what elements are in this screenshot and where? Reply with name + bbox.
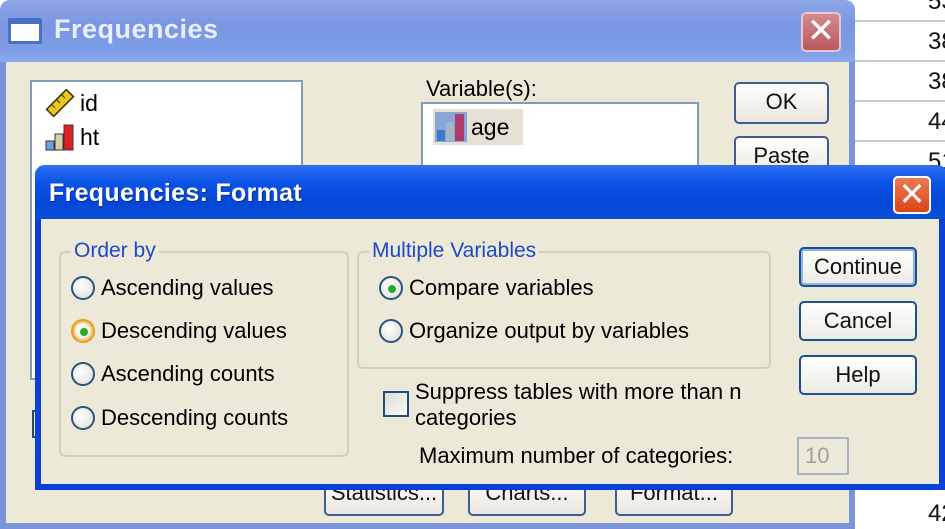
format-close-button[interactable]: ✕ — [893, 176, 931, 214]
list-item[interactable]: id — [44, 88, 98, 118]
window-icon — [8, 18, 42, 44]
grid-cell: 42 — [928, 500, 945, 527]
radio-organize-output[interactable]: Organize output by variables — [379, 318, 689, 344]
radio-label: Descending counts — [101, 405, 289, 430]
grid-row: 53 — [850, 0, 945, 22]
continue-button[interactable]: Continue — [799, 247, 917, 287]
grid-row: 44 — [850, 102, 945, 142]
radio-label: Compare variables — [409, 275, 594, 300]
list-item[interactable]: ht — [44, 122, 99, 152]
radio-selected-dot — [388, 285, 396, 293]
radio-icon[interactable] — [379, 319, 403, 343]
multiple-variables-group: Multiple Variables Compare variables Org… — [357, 239, 771, 369]
grid-row: 42 — [850, 494, 945, 529]
format-titlebar[interactable]: Frequencies: Format ✕ — [35, 165, 945, 219]
variable-name: ht — [80, 123, 100, 150]
radio-label: Ascending counts — [101, 361, 275, 386]
variable-name: age — [471, 113, 510, 140]
radio-icon[interactable] — [379, 276, 403, 300]
radio-ascending-counts[interactable]: Ascending counts — [71, 361, 275, 387]
suppress-label-line1: Suppress tables with more than n — [415, 379, 742, 404]
radio-icon[interactable] — [71, 406, 95, 430]
cancel-button[interactable]: Cancel — [799, 301, 917, 341]
grid-cell: 38 — [928, 28, 945, 55]
format-title: Frequencies: Format — [49, 179, 302, 207]
radio-ascending-values[interactable]: Ascending values — [71, 275, 273, 301]
frequencies-title: Frequencies — [54, 14, 219, 44]
list-item[interactable]: age — [433, 109, 523, 145]
radio-icon[interactable] — [71, 276, 95, 300]
format-body: Order by Ascending values Descending val… — [41, 219, 939, 484]
suppress-tables-checkbox[interactable] — [383, 391, 409, 417]
ok-button[interactable]: OK — [734, 82, 829, 124]
help-button[interactable]: Help — [799, 355, 917, 395]
grid-cell: 44 — [928, 108, 945, 135]
radio-descending-values[interactable]: Descending values — [71, 318, 287, 344]
radio-label: Ascending values — [101, 275, 274, 300]
order-by-legend: Order by — [71, 239, 159, 263]
ruler-scale-icon — [45, 89, 75, 117]
grid-cell: 53 — [928, 0, 945, 15]
order-by-group: Order by Ascending values Descending val… — [59, 239, 349, 457]
radio-compare-variables[interactable]: Compare variables — [379, 275, 594, 301]
suppress-label-line2: categories — [415, 405, 517, 430]
grid-row: 38 — [850, 62, 945, 102]
ordinal-bar-icon — [435, 112, 467, 142]
grid-row: 38 — [850, 22, 945, 62]
variables-label: Variable(s): — [426, 76, 537, 101]
radio-descending-counts[interactable]: Descending counts — [71, 405, 288, 431]
frequencies-close-button[interactable]: ✕ — [801, 12, 841, 52]
radio-label: Descending values — [101, 318, 287, 343]
radio-label: Organize output by variables — [409, 318, 690, 343]
radio-selected-dot — [80, 328, 88, 336]
multiple-variables-legend: Multiple Variables — [369, 239, 540, 263]
frequencies-titlebar[interactable]: Frequencies ✕ — [0, 0, 855, 62]
variable-name: id — [80, 89, 98, 116]
ordinal-bar-icon — [45, 124, 74, 151]
radio-icon[interactable] — [71, 319, 95, 343]
max-categories-label: Maximum number of categories: — [419, 443, 734, 468]
radio-icon[interactable] — [71, 362, 95, 386]
format-dialog: Frequencies: Format ✕ Order by Ascending… — [35, 165, 945, 490]
max-categories-input[interactable]: 10 — [797, 437, 849, 475]
grid-cell: 38 — [928, 68, 945, 95]
